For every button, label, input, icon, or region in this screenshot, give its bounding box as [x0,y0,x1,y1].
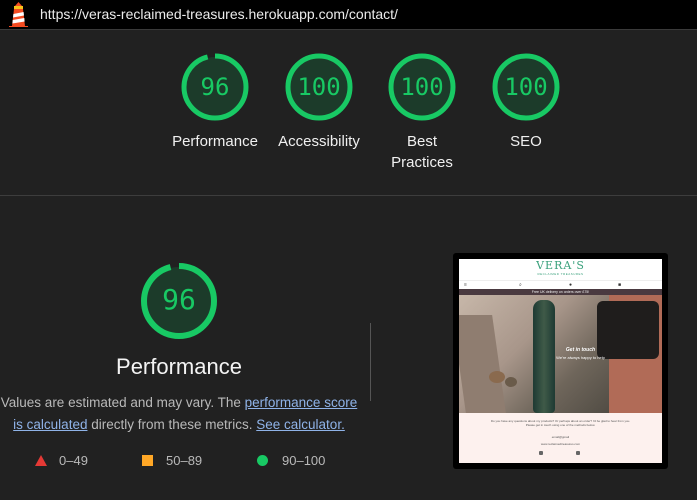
screenshot-page: VERA'S RECLAIMED TREASURES ≡ ⌕ ● ■ Free … [459,259,662,463]
social-icon [576,451,580,455]
contact-web: www.reclaimedtreasures.com [540,442,581,446]
section-divider [0,195,697,196]
gauge-seo[interactable]: 100 SEO [476,52,576,152]
legend-range: 90–100 [282,453,326,468]
contact-email: email@gmail [551,435,570,439]
description-text: directly from these metrics. [87,417,257,432]
social-icon [539,451,543,455]
legend-average: 50–89 [142,453,202,468]
report-header: https://veras-reclaimed-treasures.heroku… [0,0,697,30]
lighthouse-icon [9,2,28,27]
report-url[interactable]: https://veras-reclaimed-treasures.heroku… [40,6,398,22]
site-brand: VERA'S [536,259,585,272]
gauge-accessibility[interactable]: 100 Accessibility [264,52,374,152]
site-header: VERA'S RECLAIMED TREASURES [459,259,662,280]
legend-range: 0–49 [59,453,88,468]
description-text: Values are estimated and may vary. The [0,395,245,410]
contact-text: Do you have any questions about my produ… [490,419,631,427]
circle-icon [257,455,268,466]
site-brand-sub: RECLAIMED TREASURES [537,272,584,276]
final-screenshot[interactable]: VERA'S RECLAIMED TREASURES ≡ ⌕ ● ■ Free … [453,253,668,469]
gauge-score: 100 [504,73,548,101]
performance-gauge-large: 96 [139,261,219,341]
gauge-score: 100 [400,73,444,101]
cart-icon: ■ [618,282,622,288]
gauge-performance[interactable]: 96 Performance [161,52,269,152]
performance-title: Performance [116,354,242,379]
account-icon: ● [569,282,573,288]
gauge-label: SEO [510,133,542,150]
legend-fail: 0–49 [35,453,88,468]
gauge-best-practices[interactable]: 100 Best Practices [377,52,467,173]
performance-description: Values are estimated and may vary. The p… [0,392,358,436]
triangle-icon [35,455,47,466]
gauge-label: Best Practices [391,133,453,171]
vertical-divider [370,323,371,401]
menu-icon: ≡ [464,282,467,288]
calculator-link[interactable]: See calculator. [256,417,345,432]
gauge-label: Accessibility [278,133,360,150]
square-icon [142,455,153,466]
search-icon: ⌕ [519,282,522,288]
gauge-label: Performance [172,133,258,150]
gauge-score: 100 [297,73,341,101]
gauge-score: 96 [162,283,196,316]
hero-subtitle: We're always happy to help [556,355,605,360]
legend-range: 50–89 [166,453,203,468]
hero-image: Get in touch We're always happy to help [459,295,662,413]
gauge-score: 96 [200,73,230,101]
hero-title: Get in touch [565,347,596,353]
legend-pass: 90–100 [257,453,325,468]
